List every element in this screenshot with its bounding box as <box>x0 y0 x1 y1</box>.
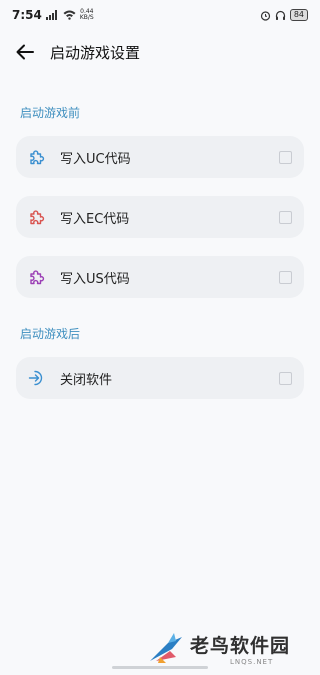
exit-icon <box>28 369 46 387</box>
cellular-signal-icon <box>45 10 57 20</box>
puzzle-icon <box>28 268 46 286</box>
checkbox[interactable] <box>279 210 292 224</box>
puzzle-icon <box>28 208 46 226</box>
option-write-us-code[interactable]: 写入US代码 <box>16 256 304 298</box>
bird-logo-icon <box>150 633 182 663</box>
status-time: 7:54 <box>12 8 42 22</box>
watermark-subtext: LNQS.NET <box>230 657 274 666</box>
alarm-icon <box>260 10 270 21</box>
wifi-icon <box>63 10 76 20</box>
back-arrow-icon[interactable] <box>14 41 36 63</box>
option-label: 写入US代码 <box>60 271 130 287</box>
network-speed-unit: KB/S <box>79 14 94 21</box>
option-write-uc-code[interactable]: 写入UC代码 <box>16 136 304 178</box>
battery-indicator: 84 <box>289 9 308 21</box>
option-label: 关闭软件 <box>60 372 113 388</box>
option-label: 写入UC代码 <box>60 151 131 167</box>
home-indicator[interactable] <box>112 666 208 669</box>
checkbox[interactable] <box>279 371 292 385</box>
watermark-logo: 老鸟软件园 LNQS.NET <box>148 628 318 668</box>
option-write-ec-code[interactable]: 写入EC代码 <box>16 196 304 238</box>
watermark-text: 老鸟软件园 <box>190 634 291 657</box>
network-speed: 0.44 KB/S <box>80 9 94 21</box>
checkbox[interactable] <box>279 150 292 164</box>
section-label-before-launch: 启动游戏前 <box>20 106 81 120</box>
status-bar: 7:54 0.44 KB/S 84 <box>0 0 320 30</box>
option-label: 写入EC代码 <box>60 211 130 227</box>
headphones-icon <box>275 10 285 20</box>
section-label-after-launch: 启动游戏后 <box>20 327 81 341</box>
puzzle-icon <box>28 148 46 166</box>
page-title: 启动游戏设置 <box>50 43 141 62</box>
app-bar: 启动游戏设置 <box>0 30 320 74</box>
option-close-app[interactable]: 关闭软件 <box>16 357 304 399</box>
checkbox[interactable] <box>279 270 292 284</box>
